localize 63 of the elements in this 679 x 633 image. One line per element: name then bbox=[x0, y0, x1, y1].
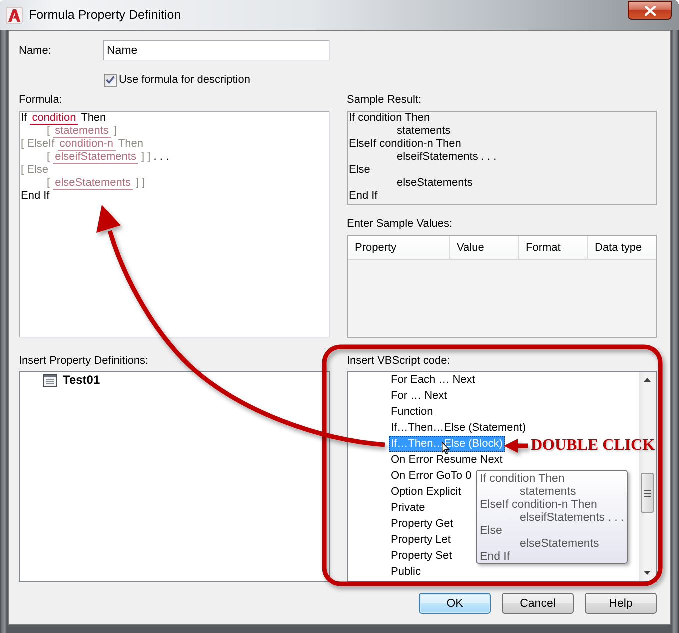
code-line: [ elseStatements ] ] bbox=[46, 177, 146, 190]
code-line: End If bbox=[21, 190, 50, 203]
dialog-button[interactable]: OK bbox=[419, 593, 491, 614]
checkmark-icon bbox=[106, 76, 115, 84]
tooltip-line: elseifStatements . . . bbox=[519, 512, 624, 525]
app-logo-icon bbox=[6, 6, 23, 24]
result-line: Else bbox=[349, 164, 370, 177]
pointer-arrow bbox=[504, 439, 528, 453]
list-item[interactable]: Property Get bbox=[389, 516, 456, 532]
tree-item[interactable]: Test01 bbox=[43, 372, 102, 388]
column-header[interactable]: Value bbox=[450, 236, 519, 259]
window-title: Formula Property Definition bbox=[29, 8, 182, 22]
tooltip-line: elseStatements bbox=[519, 538, 600, 551]
result-line: elseifStatements . . . bbox=[396, 151, 497, 164]
checkbox[interactable] bbox=[104, 74, 117, 86]
list-item[interactable]: Function bbox=[389, 404, 436, 420]
tooltip-line: If condition Then bbox=[480, 473, 565, 486]
scroll-up-icon[interactable] bbox=[644, 378, 651, 382]
list-item[interactable]: Property Let bbox=[389, 532, 453, 548]
name-input[interactable]: Name bbox=[103, 40, 330, 61]
tooltip-line: End If bbox=[480, 551, 510, 564]
list-item[interactable]: On Error GoTo 0 bbox=[389, 468, 474, 484]
result-line: ElseIf condition-n Then bbox=[349, 138, 462, 151]
list-icon bbox=[43, 374, 57, 386]
checkbox-label[interactable]: Use formula for description bbox=[119, 74, 250, 86]
close-button[interactable] bbox=[628, 1, 672, 20]
list-item[interactable]: If…Then…Else (Statement) bbox=[389, 420, 528, 436]
code-line: [ ElseIf condition-n Then bbox=[21, 138, 144, 151]
list-item[interactable]: For … Next bbox=[389, 388, 450, 404]
scroll-thumb[interactable] bbox=[641, 473, 654, 513]
list-item[interactable]: Private bbox=[389, 500, 428, 516]
code-line: [ elseifStatements ] ] . . . bbox=[46, 151, 170, 164]
column-header[interactable]: Property bbox=[348, 236, 450, 259]
field-label: Insert Property Definitions: bbox=[19, 355, 149, 368]
callout-text: DOUBLE CLICK bbox=[531, 437, 656, 455]
field-label: Sample Result: bbox=[347, 94, 422, 107]
grip-icon bbox=[644, 490, 651, 496]
code-line: [ statements ] bbox=[46, 125, 118, 138]
result-line: End If bbox=[349, 190, 378, 203]
code-line: [ Else bbox=[21, 164, 49, 177]
field-label: Name: bbox=[19, 44, 52, 56]
column-header[interactable]: Format bbox=[519, 236, 588, 259]
list-item[interactable]: Option Explicit bbox=[389, 484, 464, 500]
tooltip-line: ElseIf condition-n Then bbox=[480, 499, 598, 512]
list-item[interactable]: For Each … Next bbox=[389, 372, 478, 388]
column-header[interactable]: Data type bbox=[588, 236, 656, 259]
formula-editor[interactable]: If condition Then [ statements ] [ ElseIf condition-n Then [ elseifStatements ] ] . . . [ Else [ elseStatements ] ] End If bbox=[19, 111, 330, 338]
result-line: statements bbox=[396, 125, 451, 138]
result-line: elseStatements bbox=[396, 177, 473, 190]
list-item[interactable]: Public bbox=[389, 564, 423, 580]
list-item[interactable]: On Error Resume Next bbox=[389, 452, 505, 468]
tooltip-line: Else bbox=[480, 525, 502, 538]
field-label: Enter Sample Values: bbox=[347, 218, 453, 231]
field-label: Formula: bbox=[19, 94, 62, 107]
field-label: Insert VBScript code: bbox=[347, 355, 450, 368]
result-line: If condition Then bbox=[349, 112, 430, 125]
dialog-button[interactable]: Help bbox=[585, 593, 657, 614]
tooltip-line: statements bbox=[519, 486, 576, 499]
code-line: If condition Then bbox=[21, 112, 106, 125]
scroll-down-icon[interactable] bbox=[644, 571, 651, 575]
close-icon bbox=[644, 6, 656, 16]
dialog-button[interactable]: Cancel bbox=[502, 593, 574, 614]
list-item[interactable]: Property Set bbox=[389, 548, 454, 564]
